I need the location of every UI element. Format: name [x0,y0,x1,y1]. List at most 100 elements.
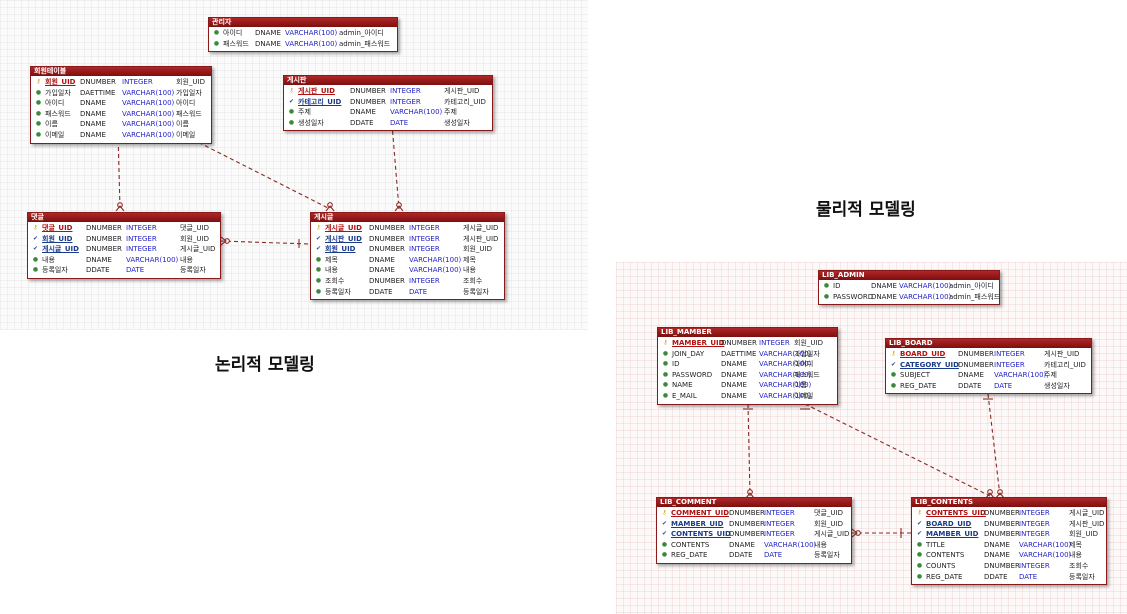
foreign-key-icon: ✔ [315,234,322,242]
attribute-row[interactable]: ● REG_DATE DDATE DATE 생성일자 [886,381,1091,392]
attribute-domain: DDATE [86,266,110,275]
attribute-row[interactable]: ● 이메일 DNAME VARCHAR(100) 이메일 [31,130,211,141]
attribute-row[interactable]: ⚷ CONTENTS_UID DNUMBER INTEGER 게시글_UID [912,508,1106,519]
column-icon: ● [315,287,322,295]
attribute-row[interactable]: ✔ 카테고리_UID DNUMBER INTEGER 카테고리_UID [284,97,492,108]
attribute-row[interactable]: ● ID DNAME VARCHAR(100) 아이디 [658,359,837,370]
attribute-row[interactable]: ✔ 게시판_UID DNUMBER INTEGER 게시판_UID [311,234,504,245]
attribute-comment: 내용 [814,540,827,549]
attribute-row[interactable]: ● 가입일자 DAETTIME VARCHAR(100) 가입일자 [31,88,211,99]
attribute-row[interactable]: ✔ MAMBER_UID DNUMBER INTEGER 회원_UID [657,519,851,530]
entity-physical-member[interactable]: LIB_MAMBER ⚷ MAMBER_UID DNUMBER INTEGER 회원_UI… [657,327,838,405]
attribute-row[interactable]: ⚷ 회원_UID DNUMBER INTEGER 회원_UID [31,77,211,88]
attribute-row[interactable]: ● JOIN_DAY DAETTIME VARCHAR(100) 가입일자 [658,349,837,360]
attribute-row[interactable]: ● REG_DATE DDATE DATE 등록일자 [657,550,851,561]
attribute-comment: 게시글_UID [1069,509,1105,517]
attribute-datatype: VARCHAR(100) [409,266,462,275]
attribute-name: 등록일자 [325,287,351,296]
entity-logical-comment[interactable]: 댓글 ⚷ 댓글_UID DNUMBER INTEGER 댓글_UID ✔ 회원_UID DNUM… [27,212,221,279]
attribute-comment: 회원_UID [463,245,492,254]
attribute-name: 회원_UID [325,245,356,254]
entity-logical-board[interactable]: 게시판 ⚷ 게시판_UID DNUMBER INTEGER 게시판_UID ✔ 카테고리_UI… [283,75,493,132]
attribute-row[interactable]: ● 아이디 DNAME VARCHAR(100) 아이디 [31,98,211,109]
attribute-row[interactable]: ● CONTENTS DNAME VARCHAR(100) 내용 [912,550,1106,561]
attribute-datatype: VARCHAR(100) [122,130,175,139]
attribute-row[interactable]: ● 내용 DNAME VARCHAR(100) 내용 [311,265,504,276]
attribute-datatype: VARCHAR(100) [1019,540,1072,549]
attribute-row[interactable]: ● 내용 DNAME VARCHAR(100) 내용 [28,255,220,266]
attribute-row[interactable]: ● 주제 DNAME VARCHAR(100) 주제 [284,107,492,118]
attribute-datatype: INTEGER [994,350,1025,358]
column-icon: ● [916,540,923,548]
entity-physical-contents[interactable]: LIB_CONTENTS ⚷ CONTENTS_UID DNUMBER INTEGER 게… [911,497,1107,586]
attribute-row[interactable]: ✔ BOARD_UID DNUMBER INTEGER 게시판_UID [912,519,1106,530]
attribute-row[interactable]: ● COUNTS DNUMBER INTEGER 조회수 [912,561,1106,572]
attribute-row[interactable]: ● 생성일자 DDATE DATE 생성일자 [284,118,492,129]
attribute-row[interactable]: ● REG_DATE DDATE DATE 등록일자 [912,572,1106,583]
entity-title: LIB_MAMBER [658,328,837,337]
entity-title: LIB_CONTENTS [912,498,1106,507]
attribute-datatype: INTEGER [126,224,157,232]
attribute-datatype: VARCHAR(100) [1019,551,1072,560]
attribute-datatype: VARCHAR(100) [390,108,443,117]
attribute-row[interactable]: ● 패스워드 DNAME VARCHAR(100) 패스워드 [31,109,211,120]
attribute-row[interactable]: ● TITLE DNAME VARCHAR(100) 제목 [912,540,1106,551]
attribute-row[interactable]: ⚷ 게시글_UID DNUMBER INTEGER 게시글_UID [311,223,504,234]
column-icon: ● [315,266,322,274]
attribute-datatype: VARCHAR(100) [409,255,462,264]
entity-logical-member[interactable]: 회원테이블 ⚷ 회원_UID DNUMBER INTEGER 회원_UID ● 가입일자 DAE… [30,66,212,144]
attribute-datatype: INTEGER [764,530,795,539]
attribute-row[interactable]: ✔ 회원_UID DNUMBER INTEGER 회원_UID [311,244,504,255]
attribute-row[interactable]: ✔ MAMBER_UID DNUMBER INTEGER 회원_UID [912,529,1106,540]
attribute-row[interactable]: ✔ 게시글_UID DNUMBER INTEGER 게시글_UID [28,244,220,255]
column-icon: ● [288,108,295,116]
attribute-row[interactable]: ⚷ 댓글_UID DNUMBER INTEGER 댓글_UID [28,223,220,234]
column-icon: ● [662,360,669,368]
attribute-row[interactable]: ● 등록일자 DDATE DATE 등록일자 [28,265,220,276]
attribute-name: 패스워드 [45,109,71,118]
attribute-row[interactable]: ✔ 회원_UID DNUMBER INTEGER 회원_UID [28,234,220,245]
attribute-name: 아이디 [223,29,243,37]
attribute-row[interactable]: ● 제목 DNAME VARCHAR(100) 제목 [311,255,504,266]
entity-physical-comment[interactable]: LIB_COMMENT ⚷ COMMENT_UID DNUMBER INTEGER 댓글_… [656,497,852,564]
attribute-comment: 회원_UID [180,234,209,243]
attribute-row[interactable]: ⚷ COMMENT_UID DNUMBER INTEGER 댓글_UID [657,508,851,519]
entity-logical-admin[interactable]: 관리자 ● 아이디 DNAME VARCHAR(100) admin_아이디 ● 패스워드 DN… [208,17,398,53]
attribute-row[interactable]: ● 조회수 DNUMBER INTEGER 조회수 [311,276,504,287]
attribute-row[interactable]: ⚷ 게시판_UID DNUMBER INTEGER 게시판_UID [284,86,492,97]
attribute-row[interactable]: ⚷ BOARD_UID DNUMBER INTEGER 게시판_UID [886,349,1091,360]
attribute-domain: DNAME [369,255,395,264]
attribute-row[interactable]: ● SUBJECT DNAME VARCHAR(100) 주제 [886,370,1091,381]
attribute-row[interactable]: ● CONTENTS DNAME VARCHAR(100) 내용 [657,540,851,551]
attribute-row[interactable]: ✔ CONTENTS_UID DNUMBER INTEGER 게시글_UID [657,529,851,540]
attribute-datatype: DATE [409,287,428,296]
attribute-datatype: INTEGER [994,360,1025,369]
attribute-row[interactable]: ⚷ MAMBER_UID DNUMBER INTEGER 회원_UID [658,338,837,349]
attribute-row[interactable]: ● 이름 DNAME VARCHAR(100) 이름 [31,119,211,130]
column-icon: ● [662,381,669,389]
attribute-comment: 패스워드 [794,370,820,379]
attribute-row[interactable]: ● E_MAIL DNAME VARCHAR(100) 이메일 [658,391,837,402]
attribute-row[interactable]: ● 패스워드 DNAME VARCHAR(100) admin_패스워드 [209,39,397,50]
attribute-row[interactable]: ● 아이디 DNAME VARCHAR(100) admin_아이디 [209,28,397,39]
attribute-row[interactable]: ● 등록일자 DDATE DATE 등록일자 [311,287,504,298]
attribute-comment: 회원_UID [794,339,823,347]
attribute-name: REG_DATE [900,381,937,390]
attribute-domain: DNAME [721,381,747,390]
attribute-row[interactable]: ✔ CATEGORY_UID DNUMBER INTEGER 카테고리_UID [886,360,1091,371]
entity-logical-post[interactable]: 게시글 ⚷ 게시글_UID DNUMBER INTEGER 게시글_UID ✔ 게시판_UID… [310,212,505,301]
attribute-row[interactable]: ● ID DNAME VARCHAR(100) admin_아이디 [819,281,999,292]
column-icon: ● [35,130,42,138]
attribute-row[interactable]: ● PASSWORD DNAME VARCHAR(100) admin_패스워드 [819,292,1000,303]
attribute-row[interactable]: ● NAME DNAME VARCHAR(100) 이름 [658,380,837,391]
column-icon: ● [213,29,220,36]
entity-physical-board[interactable]: LIB_BOARD ⚷ BOARD_UID DNUMBER INTEGER 게시판_UID… [885,338,1092,395]
attribute-row[interactable]: ● PASSWORD DNAME VARCHAR(100) 패스워드 [658,370,837,381]
attribute-comment: 등록일자 [180,266,206,275]
column-icon: ● [315,255,322,263]
attribute-domain: DNAME [729,540,755,549]
attribute-name: 게시글_UID [42,245,79,254]
entity-physical-admin[interactable]: LIB_ADMIN ● ID DNAME VARCHAR(100) admin_아이디 ● P… [818,270,1000,306]
attribute-name: REG_DATE [671,551,708,560]
attribute-domain: DNUMBER [86,224,122,232]
